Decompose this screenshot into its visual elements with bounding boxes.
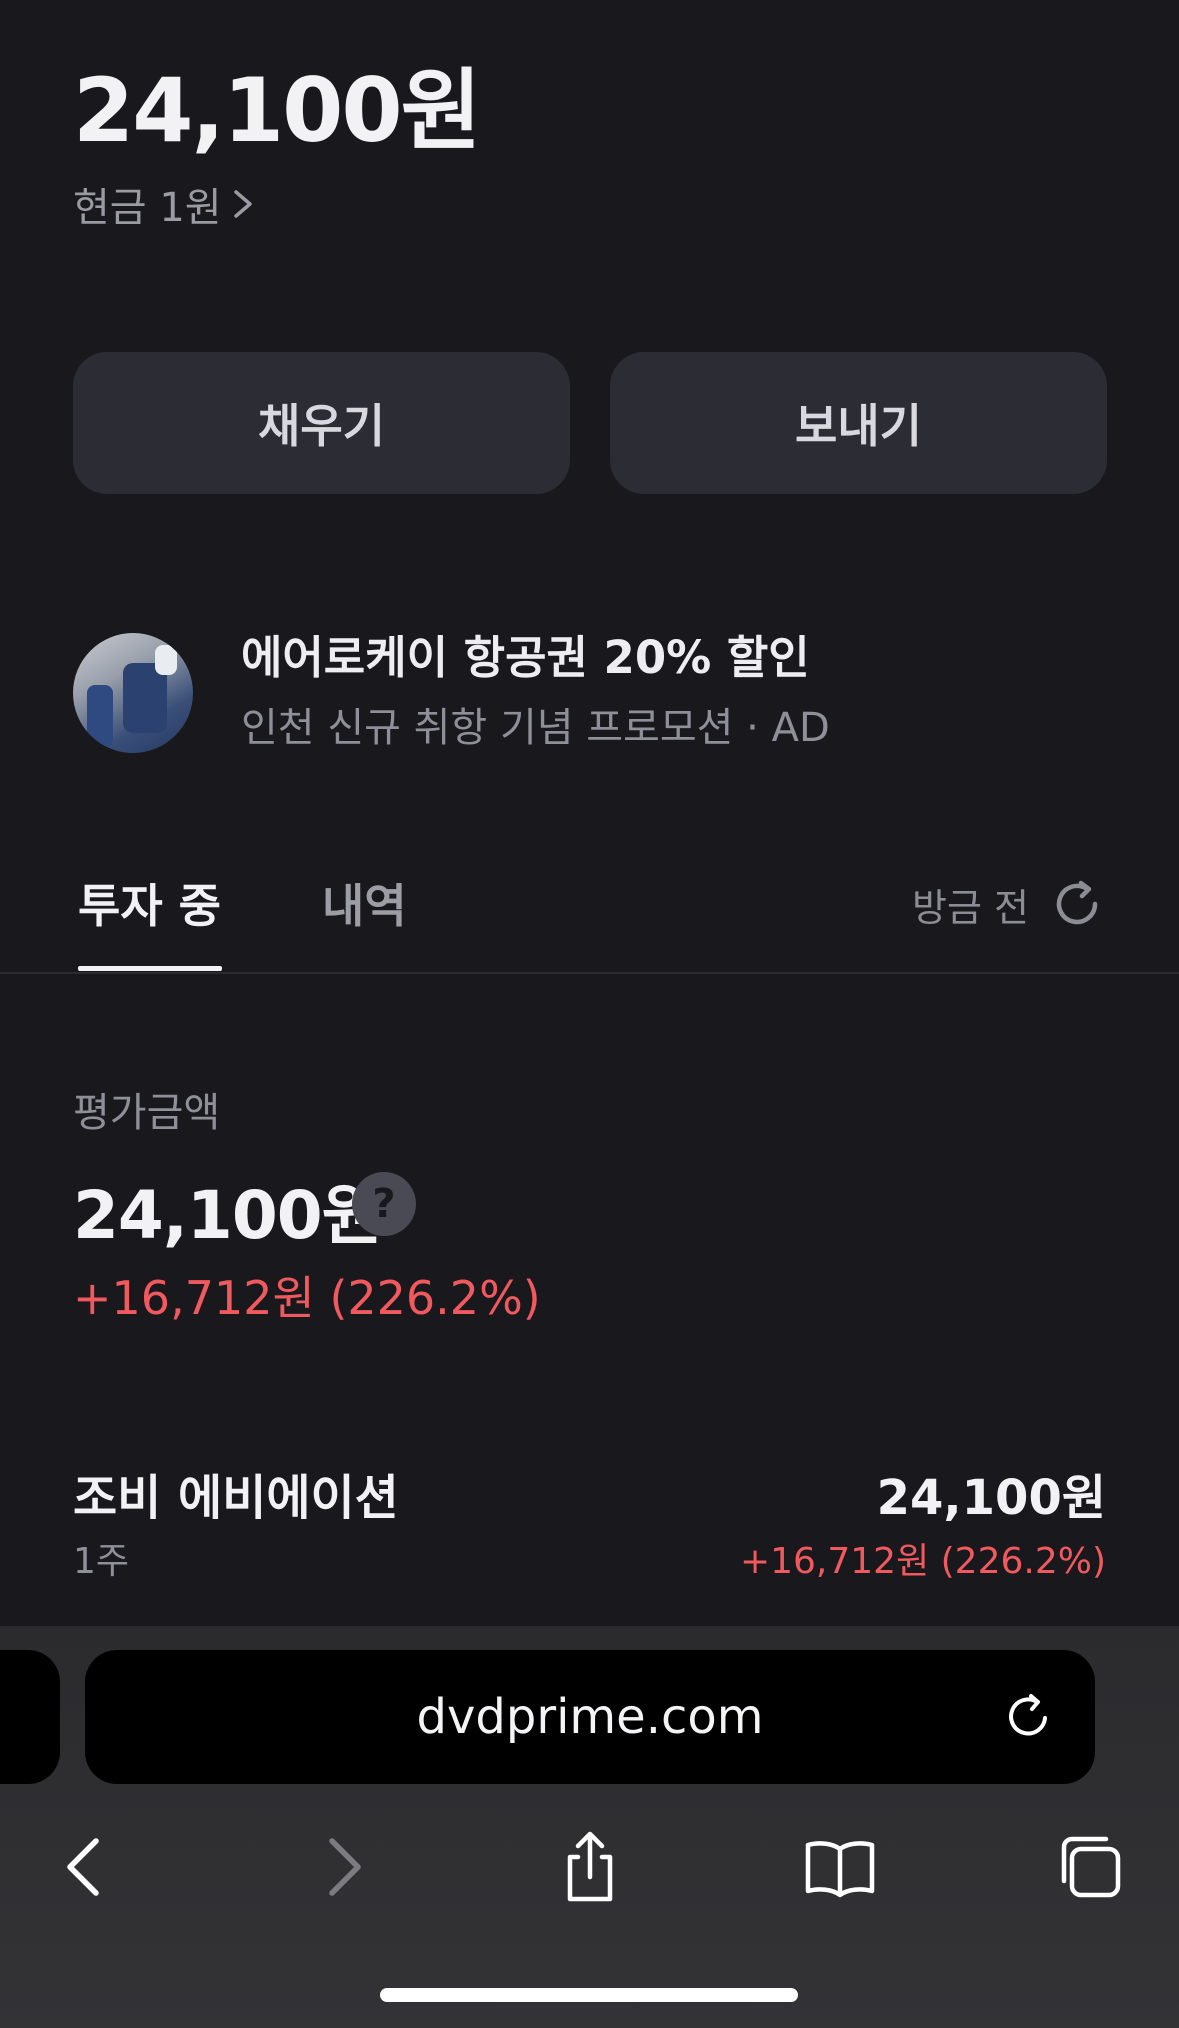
valuation-amount: 24,100원 — [73, 1177, 382, 1254]
active-tab-indicator — [78, 966, 222, 971]
tabs-divider — [0, 972, 1179, 974]
refresh-label: 방금 전 — [912, 885, 1029, 930]
promo-subtitle: 인천 신규 취항 기념 프로모션 · AD — [241, 705, 830, 751]
cash-label: 현금 1원 — [73, 185, 222, 231]
holding-name: 조비 에비에이션 — [73, 1470, 399, 1526]
promo-title: 에어로케이 항공권 20% 할인 — [241, 631, 810, 684]
holding-value: 24,100원 — [876, 1470, 1106, 1526]
tab-investing[interactable]: 투자 중 — [78, 870, 221, 936]
address-bar[interactable]: dvdprime.com — [85, 1650, 1095, 1784]
reload-icon[interactable] — [999, 1686, 1059, 1746]
bookmarks-icon — [805, 1841, 875, 1898]
help-icon[interactable]: ? — [352, 1172, 416, 1236]
share-button[interactable] — [545, 1822, 635, 1912]
tabs-button[interactable] — [1045, 1822, 1135, 1912]
fill-button[interactable]: 채우기 — [73, 352, 570, 494]
holding-quantity: 1주 — [73, 1541, 130, 1582]
back-icon — [67, 1838, 99, 1896]
back-button[interactable] — [41, 1822, 131, 1912]
cash-link[interactable]: 현금 1원 — [73, 175, 258, 233]
refresh-button[interactable]: 방금 전 — [912, 876, 1107, 932]
balance-amount: 24,100원 — [73, 59, 482, 162]
forward-button[interactable] — [297, 1822, 387, 1912]
valuation-label: 평가금액 — [73, 1090, 221, 1136]
tabs-icon — [1061, 1836, 1121, 1898]
valuation-change: +16,712원 (226.2%) — [73, 1271, 541, 1325]
promo-thumbnail — [73, 633, 193, 753]
holding-row[interactable]: 조비 에비에이션 1주 24,100원 +16,712원 (226.2%) — [0, 1440, 1179, 1600]
refresh-icon — [1056, 880, 1098, 925]
forward-icon — [329, 1838, 361, 1896]
chevron-right-icon — [233, 190, 252, 218]
share-icon — [567, 1831, 613, 1902]
holding-change: +16,712원 (226.2%) — [739, 1541, 1106, 1582]
send-button[interactable]: 보내기 — [610, 352, 1107, 494]
tab-history[interactable]: 내역 — [322, 870, 407, 936]
browser-chrome: dvdprime.com — [0, 1626, 1179, 2028]
previous-tab-preview[interactable] — [0, 1650, 60, 1784]
home-indicator — [380, 1988, 798, 2002]
url-text: dvdprime.com — [416, 1689, 764, 1745]
promo-banner[interactable]: 에어로케이 항공권 20% 할인 인천 신규 취항 기념 프로모션 · AD — [73, 628, 1133, 758]
bookmarks-button[interactable] — [795, 1822, 885, 1912]
